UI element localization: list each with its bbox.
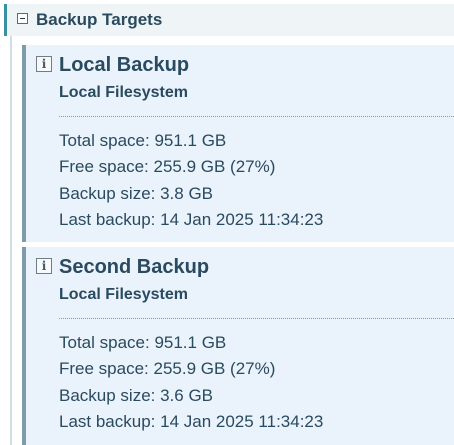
target-type: Local Filesystem xyxy=(59,84,188,101)
total-space: Total space: 951.1 GB xyxy=(59,131,227,150)
total-space: Total space: 951.1 GB xyxy=(59,333,227,352)
free-space: Free space: 255.9 GB (27%) xyxy=(59,157,276,176)
free-space: Free space: 255.9 GB (27%) xyxy=(59,359,276,378)
target-name: Local Backup xyxy=(59,54,190,76)
section-title: Backup Targets xyxy=(36,10,163,29)
backup-target-card: i Second Backup Local Filesystem Total s… xyxy=(22,247,454,445)
backup-size: Backup size: 3.6 GB xyxy=(59,386,214,405)
info-icon[interactable]: i xyxy=(36,258,52,274)
target-name: Second Backup xyxy=(59,256,210,278)
info-icon[interactable]: i xyxy=(36,56,52,72)
last-backup: Last backup: 14 Jan 2025 11:34:23 xyxy=(59,210,324,229)
divider xyxy=(59,318,454,319)
last-backup: Last backup: 14 Jan 2025 11:34:23 xyxy=(59,412,324,431)
backup-size: Backup size: 3.8 GB xyxy=(59,184,214,203)
collapse-icon[interactable] xyxy=(17,13,28,24)
backup-target-card: i Local Backup Local Filesystem Total sp… xyxy=(22,45,454,242)
target-type: Local Filesystem xyxy=(59,286,188,303)
divider xyxy=(59,116,454,117)
backup-targets-header[interactable]: Backup Targets xyxy=(4,4,454,36)
